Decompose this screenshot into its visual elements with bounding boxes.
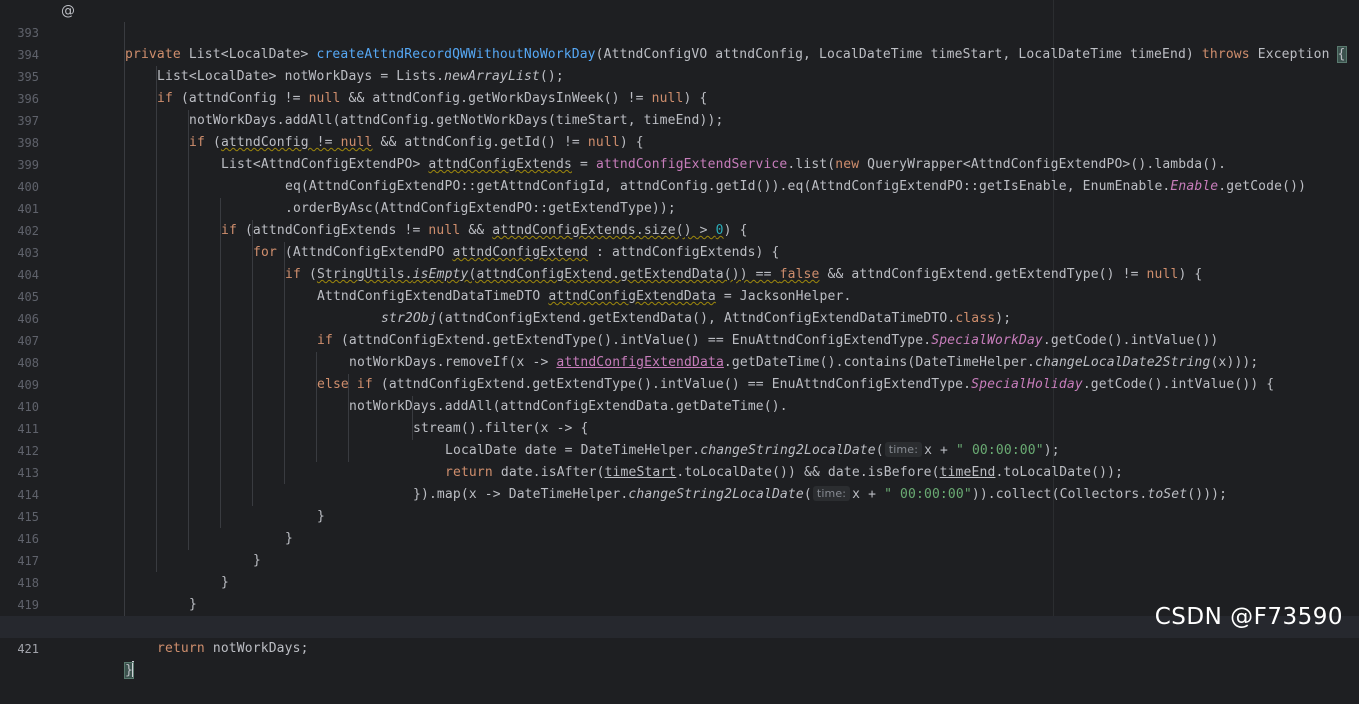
- code-editor[interactable]: @ 393 private List<LocalDate> createAttn…: [0, 0, 1359, 679]
- code-line[interactable]: 406 if (attndConfigExtend.getExtendType(…: [0, 286, 1359, 348]
- code-line[interactable]: 393 private List<LocalDate> createAttndR…: [0, 0, 1359, 63]
- code-text[interactable]: return notWorkDays;: [157, 638, 309, 660]
- code-line[interactable]: 396 notWorkDays.addAll(attndConfig.getNo…: [0, 66, 1359, 128]
- code-line[interactable]: 395 if (attndConfig != null && attndConf…: [0, 44, 1359, 106]
- code-line[interactable]: 408 else if (attndConfigExtend.getExtend…: [0, 330, 1359, 392]
- code-line[interactable]: 409 notWorkDays.addAll(attndConfigExtend…: [0, 352, 1359, 414]
- code-line[interactable]: 407 notWorkDays.removeIf(x -> attndConfi…: [0, 308, 1359, 370]
- code-text[interactable]: }: [124, 660, 134, 682]
- text-caret: [131, 661, 134, 677]
- code-line[interactable]: 405 str2Obj(attndConfigExtend.getExtendD…: [0, 264, 1359, 326]
- code-line[interactable]: 410 stream().filter(x -> {: [0, 374, 1359, 436]
- code-line[interactable]: 416 }: [0, 506, 1359, 568]
- code-line[interactable]: 400 .orderByAsc(AttndConfigExtendPO::get…: [0, 154, 1359, 216]
- code-line[interactable]: 412 return date.isAfter(timeStart.toLoca…: [0, 418, 1359, 480]
- code-line[interactable]: 403 if (StringUtils.isEmpty(attndConfigE…: [0, 220, 1359, 282]
- code-line[interactable]: 402 for (AttndConfigExtendPO attndConfig…: [0, 198, 1359, 260]
- watermark: CSDN @F73590: [1154, 604, 1343, 630]
- code-line[interactable]: 401 if (attndConfigExtends != null && at…: [0, 176, 1359, 238]
- code-line[interactable]: 399 eq(AttndConfigExtendPO::getAttndConf…: [0, 132, 1359, 194]
- line-number: 421: [17, 642, 39, 656]
- code-line[interactable]: 418 }: [0, 550, 1359, 612]
- code-line[interactable]: 414 }: [0, 462, 1359, 524]
- code-line[interactable]: 417 }: [0, 528, 1359, 590]
- code-line[interactable]: 398 List<AttndConfigExtendPO> attndConfi…: [0, 110, 1359, 172]
- code-line[interactable]: 394 List<LocalDate> notWorkDays = Lists.…: [0, 22, 1359, 84]
- code-line[interactable]: 404 AttndConfigExtendDataTimeDTO attndCo…: [0, 242, 1359, 304]
- code-line[interactable]: 397 if (attndConfig != null && attndConf…: [0, 88, 1359, 150]
- code-line[interactable]: 419 }: [0, 572, 1359, 634]
- code-line[interactable]: 413 }).map(x -> DateTimeHelper.changeStr…: [0, 440, 1359, 502]
- code-line[interactable]: 415 }: [0, 484, 1359, 546]
- code-line[interactable]: 411 LocalDate date = DateTimeHelper.chan…: [0, 396, 1359, 458]
